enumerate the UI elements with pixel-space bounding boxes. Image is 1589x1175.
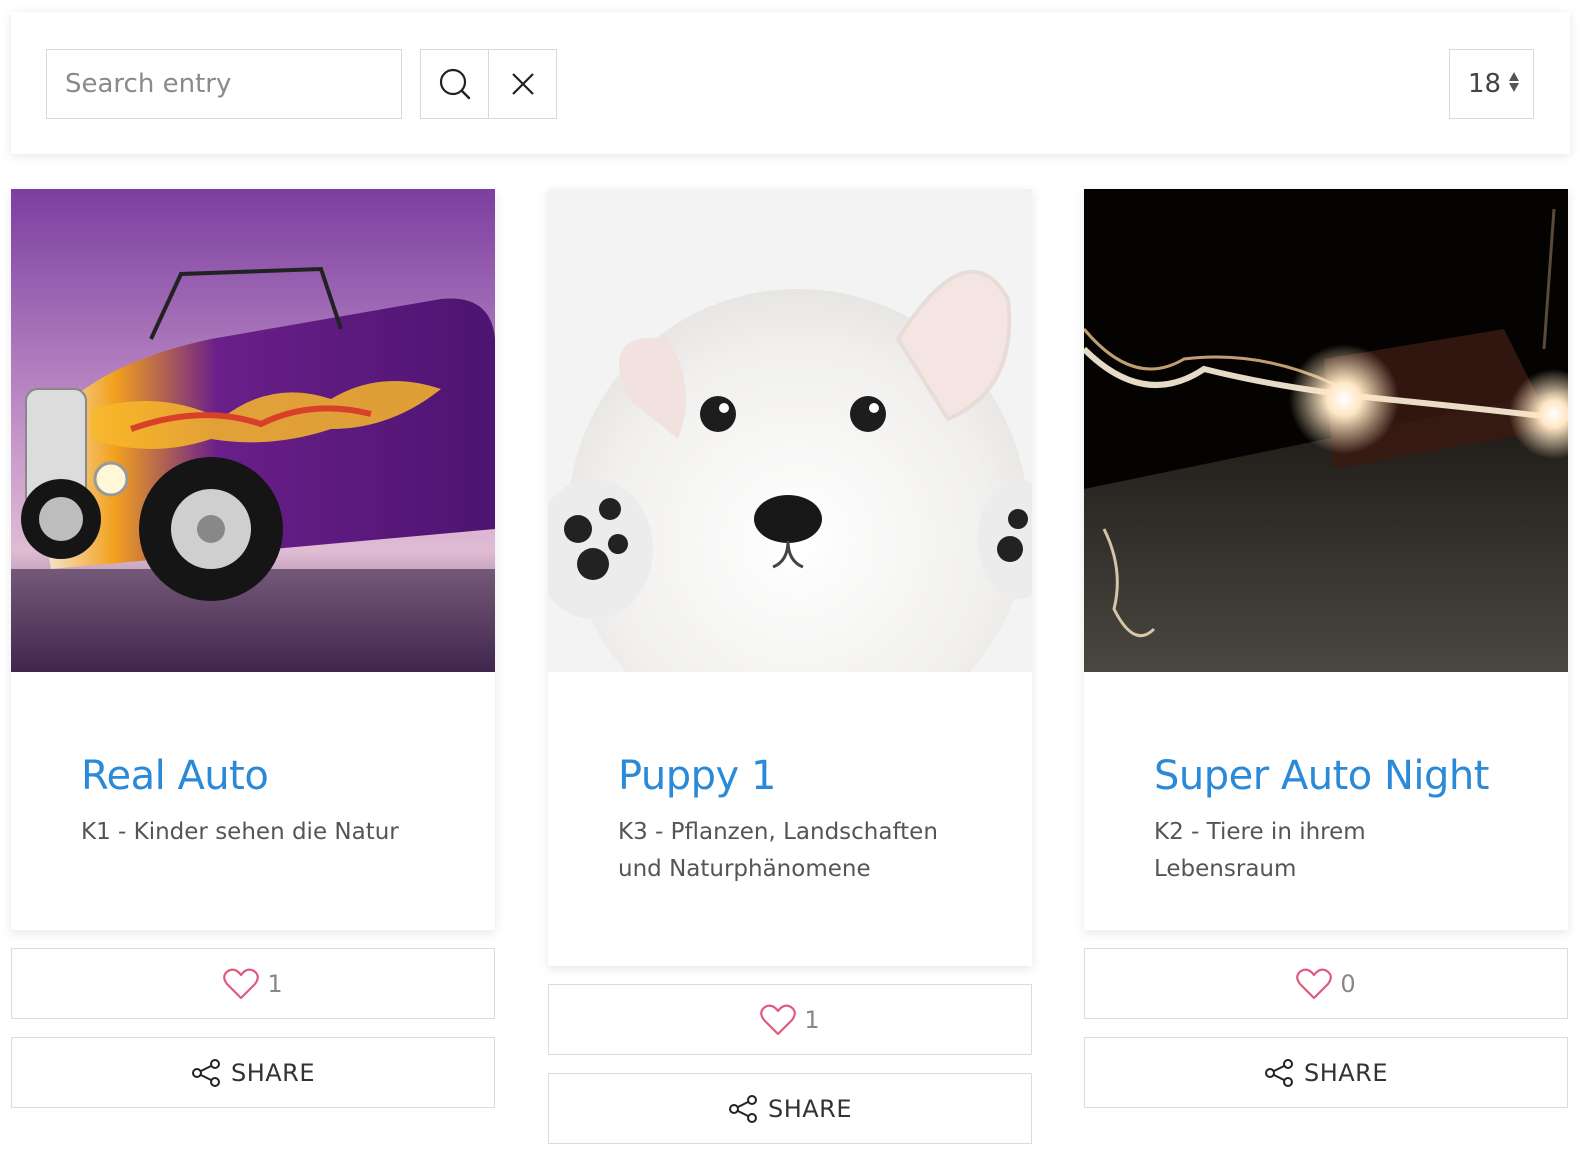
share-label: SHARE xyxy=(1303,1058,1389,1087)
like-count: 1 xyxy=(267,969,283,998)
clear-search-button[interactable] xyxy=(488,49,557,119)
close-icon xyxy=(511,73,534,95)
card-title[interactable]: Super Auto Night xyxy=(1154,750,1498,802)
search-icon xyxy=(439,68,470,100)
entry-card[interactable]: Super Auto Night K2 - Tiere in ihrem Leb… xyxy=(1084,189,1568,930)
card-title[interactable]: Real Auto xyxy=(81,750,425,802)
share-icon xyxy=(191,1058,220,1087)
share-label: SHARE xyxy=(230,1058,316,1087)
toolbar: 18 xyxy=(11,12,1570,154)
card-title[interactable]: Puppy 1 xyxy=(618,750,962,802)
heart-icon xyxy=(223,968,260,999)
entry-column: Puppy 1 K3 - Pflanzen, Landschaften und … xyxy=(548,189,1032,1144)
like-button[interactable]: 1 xyxy=(548,984,1032,1055)
heart-icon xyxy=(1296,968,1333,999)
entry-card[interactable]: Puppy 1 K3 - Pflanzen, Landschaften und … xyxy=(548,189,1032,966)
card-image-hot-rod xyxy=(11,189,495,672)
search-input[interactable] xyxy=(46,49,402,119)
card-category: K2 - Tiere in ihrem Lebensraum xyxy=(1154,819,1366,882)
card-category: K1 - Kinder sehen die Natur xyxy=(81,819,399,845)
sort-arrows-icon xyxy=(1509,72,1519,92)
share-button[interactable]: SHARE xyxy=(11,1037,495,1108)
per-page-select[interactable]: 18 xyxy=(1449,49,1534,119)
share-button[interactable]: SHARE xyxy=(1084,1037,1568,1108)
card-category: K3 - Pflanzen, Landschaften und Naturphä… xyxy=(618,819,938,882)
entry-card[interactable]: Real Auto K1 - Kinder sehen die Natur xyxy=(11,189,495,930)
like-count: 1 xyxy=(804,1005,820,1034)
entry-column: Real Auto K1 - Kinder sehen die Natur 1 … xyxy=(11,189,495,1108)
share-icon xyxy=(728,1094,757,1123)
card-image-puppy xyxy=(548,189,1032,672)
share-button[interactable]: SHARE xyxy=(548,1073,1032,1144)
share-label: SHARE xyxy=(767,1094,853,1123)
search-button[interactable] xyxy=(420,49,489,119)
like-count: 0 xyxy=(1340,969,1356,998)
per-page-value: 18 xyxy=(1468,69,1502,99)
entry-column: Super Auto Night K2 - Tiere in ihrem Leb… xyxy=(1084,189,1568,1108)
share-icon xyxy=(1264,1058,1293,1087)
like-button[interactable]: 0 xyxy=(1084,948,1568,1019)
card-image-night-car xyxy=(1084,189,1568,672)
heart-icon xyxy=(760,1004,797,1035)
like-button[interactable]: 1 xyxy=(11,948,495,1019)
